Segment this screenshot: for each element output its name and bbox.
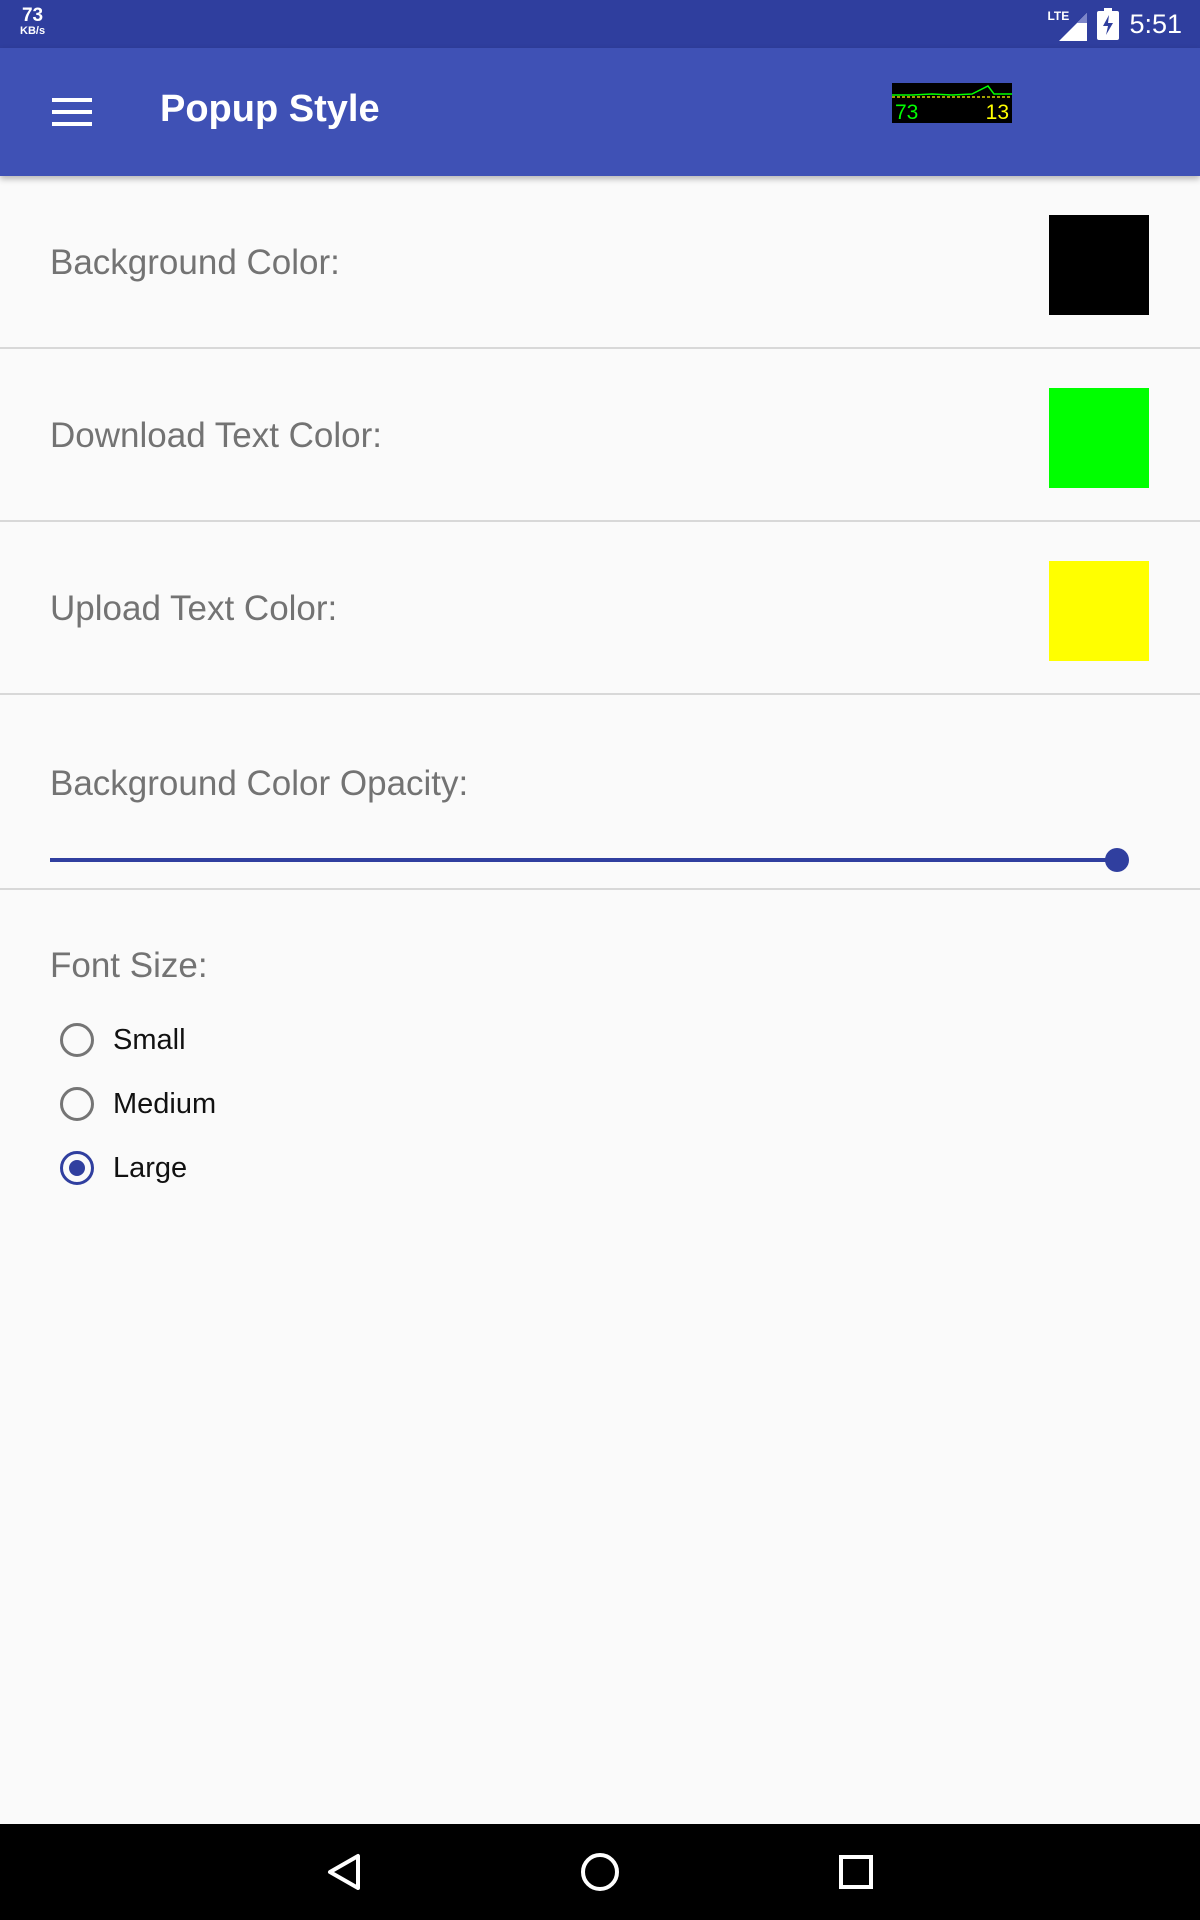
page-title: Popup Style [160,88,380,130]
radio-button-large[interactable] [60,1151,94,1185]
menu-button[interactable] [34,82,110,142]
back-icon [328,1854,360,1890]
opacity-label: Background Color Opacity: [50,764,469,803]
download-text-color-setting[interactable]: Download Text Color: [0,349,1200,522]
network-speed-unit: KB/s [20,25,46,37]
recents-icon [839,1855,873,1889]
font-size-option-large[interactable]: Large [60,1144,187,1192]
radio-button-medium[interactable] [60,1087,94,1121]
signal-icon: LTE [1047,7,1088,41]
radio-label-medium: Medium [113,1087,217,1120]
radio-label-small: Small [113,1023,186,1056]
font-size-label: Font Size: [50,946,208,985]
download-text-color-swatch[interactable] [1049,388,1149,488]
recents-button[interactable] [826,1844,886,1900]
background-color-setting[interactable]: Background Color: [0,176,1200,349]
background-color-swatch[interactable] [1049,215,1149,315]
hamburger-menu-icon [52,98,92,126]
system-nav-bar [0,1824,1200,1920]
battery-charging-icon [1097,8,1120,40]
slider-thumb[interactable] [1105,848,1129,872]
opacity-slider[interactable] [50,841,1130,881]
slider-fill [50,858,1117,862]
settings-list: Background Color: Download Text Color: U… [0,176,1200,1250]
radio-button-small[interactable] [60,1023,94,1057]
home-icon [581,1853,619,1891]
status-bar: 73 KB/s LTE 5:51 [0,0,1200,48]
opacity-setting: Background Color Opacity: [0,695,1200,890]
font-size-option-medium[interactable]: Medium [60,1080,216,1128]
download-text-color-label: Download Text Color: [50,416,383,455]
status-clock: 5:51 [1129,8,1182,39]
back-button[interactable] [314,1844,374,1900]
download-speed-preview: 73 [895,101,919,123]
network-speed-value: 73 [21,5,44,26]
speed-preview-widget: 73 13 [892,83,1012,123]
upload-speed-preview: 13 [985,101,1009,123]
font-size-option-small[interactable]: Small [60,1016,186,1064]
home-button[interactable] [570,1844,630,1900]
font-size-setting: Font Size: Small Medium Large [0,890,1200,1250]
radio-label-large: Large [113,1151,188,1184]
upload-text-color-swatch[interactable] [1049,561,1149,661]
upload-text-color-setting[interactable]: Upload Text Color: [0,522,1200,695]
status-icons: LTE 5:51 [1047,0,1182,48]
background-color-label: Background Color: [50,243,340,282]
network-speed-indicator: 73 KB/s [20,6,45,37]
app-bar: Popup Style 73 13 [0,48,1200,176]
upload-text-color-label: Upload Text Color: [50,589,338,628]
